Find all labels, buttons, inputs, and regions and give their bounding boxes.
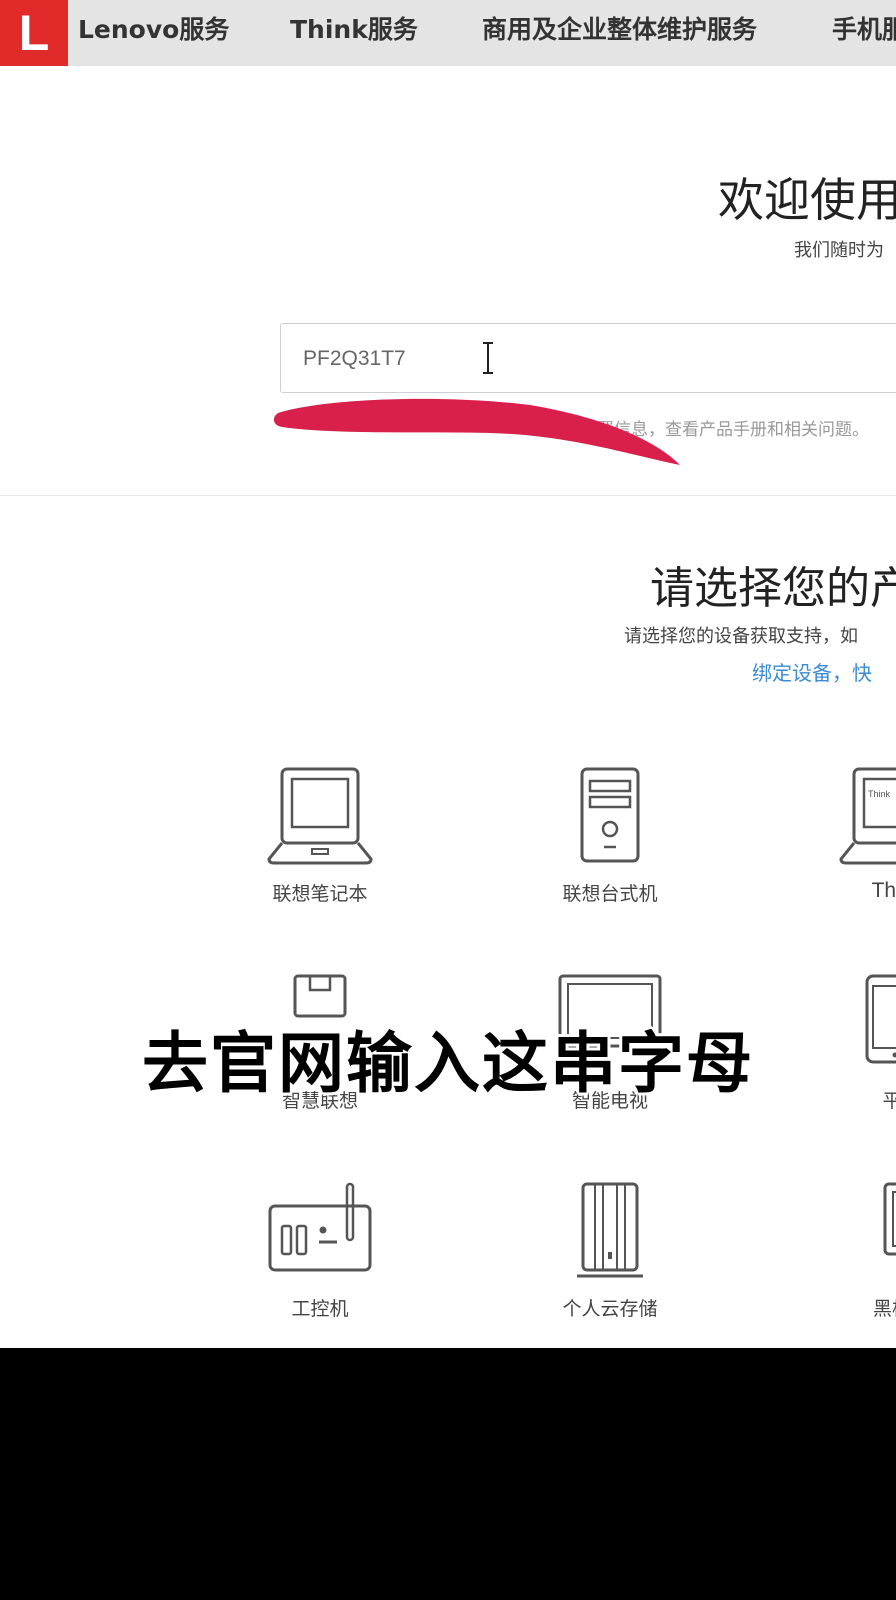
product-thinkpad[interactable]: Think Thin	[792, 765, 896, 903]
svg-text:Think: Think	[868, 789, 891, 799]
thinkpad-icon: Think	[839, 767, 896, 865]
product-label: 个人云存储	[562, 1298, 658, 1320]
laptop-icon	[267, 767, 373, 865]
section-divider	[0, 495, 896, 496]
products-section-subtitle: 请选择您的设备获取支持，如	[624, 626, 858, 647]
nav-item-lenovo-service[interactable]: Lenovo服务	[78, 0, 229, 66]
redaction-mark	[273, 398, 680, 465]
product-label: 联想台式机	[562, 883, 658, 905]
product-label: 联想笔记本	[272, 883, 368, 905]
video-caption-overlay: 去官网输入这串字母	[142, 1025, 754, 1102]
hero-subtitle: 我们随时为	[794, 240, 884, 261]
industrial-pc-icon	[268, 1182, 372, 1272]
blackboard-icon	[883, 1182, 896, 1256]
product-industrial-pc[interactable]: 工控机	[220, 1180, 420, 1321]
product-desktop[interactable]: 联想台式机	[510, 765, 710, 906]
search-input-value: PF2Q31T7	[303, 347, 406, 370]
nav-item-enterprise-service[interactable]: 商用及企业整体维护服务	[482, 0, 757, 66]
product-label: Thin	[871, 879, 896, 902]
nav-item-think-service[interactable]: Think服务	[290, 0, 418, 66]
lenovo-support-page: L Lenovo服务 Think服务 商用及企业整体维护服务 手机服 欢迎使用 …	[0, 0, 896, 1348]
product-blackboard[interactable]: 黑板	[792, 1180, 896, 1321]
nav-item-phone-service[interactable]: 手机服	[832, 0, 896, 66]
product-laptop[interactable]: 联想笔记本	[220, 765, 420, 906]
cloud-storage-icon	[577, 1182, 643, 1278]
text-cursor-icon	[483, 342, 493, 374]
lenovo-logo[interactable]: L	[0, 0, 68, 66]
top-nav: L Lenovo服务 Think服务 商用及企业整体维护服务 手机服	[0, 0, 896, 66]
serial-search-input[interactable]: PF2Q31T7	[280, 323, 896, 393]
hero-title: 欢迎使用	[718, 173, 896, 227]
product-label: 工控机	[291, 1298, 349, 1320]
product-cloud-storage[interactable]: 个人云存储	[510, 1180, 710, 1321]
bind-device-link[interactable]: 绑定设备，快	[752, 657, 872, 686]
product-label: 黑板	[872, 1298, 896, 1320]
desktop-tower-icon	[580, 767, 640, 863]
products-section-title: 请选择您的产	[650, 563, 896, 614]
